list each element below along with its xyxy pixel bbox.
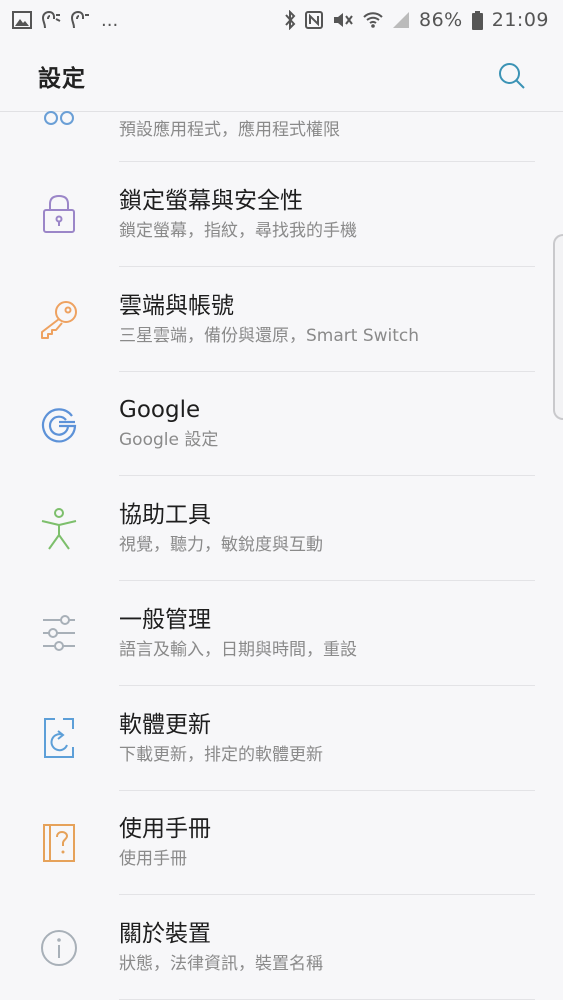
- settings-item-title: 雲端與帳號: [119, 292, 234, 319]
- sliders-icon: [36, 610, 82, 656]
- hearing-icon: [41, 11, 61, 29]
- wifi-icon: [363, 12, 383, 28]
- settings-item-subtitle: 狀態，法律資訊，裝置名稱: [119, 954, 323, 975]
- manual-icon: [36, 820, 82, 866]
- settings-item-subtitle: 預設應用程式，應用程式權限: [119, 120, 340, 140]
- settings-item-general-management[interactable]: 一般管理 語言及輸入，日期與時間，重設: [0, 581, 563, 686]
- key-icon: [36, 296, 82, 342]
- lock-icon: [36, 191, 82, 237]
- settings-item-title: 軟體更新: [119, 711, 211, 738]
- settings-item-title: Google: [119, 397, 201, 424]
- settings-item-software-update[interactable]: 軟體更新 下載更新，排定的軟體更新: [0, 686, 563, 791]
- software-update-icon: [36, 715, 82, 761]
- info-icon: [36, 925, 82, 971]
- accessibility-icon: [36, 506, 82, 552]
- settings-item-accessibility[interactable]: 協助工具 視覺，聽力，敏銳度與互動: [0, 476, 563, 581]
- settings-item-lockscreen-security[interactable]: 鎖定螢幕與安全性 鎖定螢幕，指紋，尋找我的手機: [0, 162, 563, 267]
- settings-item-user-manual[interactable]: 使用手冊 使用手冊: [0, 791, 563, 896]
- battery-percentage: 86%: [419, 9, 463, 31]
- more-notifications: ...: [101, 9, 119, 31]
- hearing-icon-2: [70, 11, 89, 29]
- settings-item-subtitle: Google 設定: [119, 430, 219, 451]
- settings-item-subtitle: 三星雲端，備份與還原，Smart Switch: [119, 325, 420, 346]
- google-icon: [36, 401, 82, 447]
- battery-icon: [471, 10, 483, 30]
- system-icons: 86% 21:09: [284, 9, 549, 31]
- app-header: 設定: [0, 40, 563, 112]
- notification-icons: ...: [12, 10, 118, 31]
- settings-item-subtitle: 鎖定螢幕，指紋，尋找我的手機: [119, 220, 357, 241]
- settings-item-about-device[interactable]: 關於裝置 狀態，法律資訊，裝置名稱: [0, 895, 563, 1000]
- settings-item-title: 關於裝置: [119, 921, 211, 948]
- settings-item-google[interactable]: Google Google 設定: [0, 372, 563, 477]
- mute-icon: [334, 13, 353, 27]
- signal-icon: [393, 12, 409, 28]
- settings-list: 預設應用程式，應用程式權限 鎖定螢幕與安全性 鎖定螢幕，指紋，尋找我的手機 雲端…: [0, 111, 563, 1000]
- search-icon: [499, 62, 525, 89]
- settings-item-title: 使用手冊: [119, 816, 211, 843]
- scroll-handle[interactable]: [553, 234, 563, 420]
- settings-item-cloud-accounts[interactable]: 雲端與帳號 三星雲端，備份與還原，Smart Switch: [0, 267, 563, 372]
- status-bar: ... 86% 21:09: [0, 0, 563, 40]
- gallery-icon: [12, 11, 32, 29]
- settings-item-subtitle: 語言及輸入，日期與時間，重設: [119, 639, 357, 660]
- settings-item-subtitle: 使用手冊: [119, 849, 187, 870]
- apps-icon: [36, 94, 82, 140]
- settings-item-title: 鎖定螢幕與安全性: [119, 187, 303, 214]
- search-button[interactable]: [495, 59, 529, 93]
- bluetooth-icon: [285, 10, 296, 30]
- settings-item-apps[interactable]: 預設應用程式，應用程式權限: [0, 111, 563, 162]
- settings-item-title: 協助工具: [119, 502, 211, 529]
- settings-item-subtitle: 下載更新，排定的軟體更新: [119, 744, 323, 765]
- clock: 21:09: [491, 9, 549, 31]
- settings-item-title: 一般管理: [119, 606, 211, 633]
- settings-item-subtitle: 視覺，聽力，敏銳度與互動: [119, 535, 323, 556]
- page-title: 設定: [38, 65, 86, 92]
- nfc-icon: [305, 11, 323, 29]
